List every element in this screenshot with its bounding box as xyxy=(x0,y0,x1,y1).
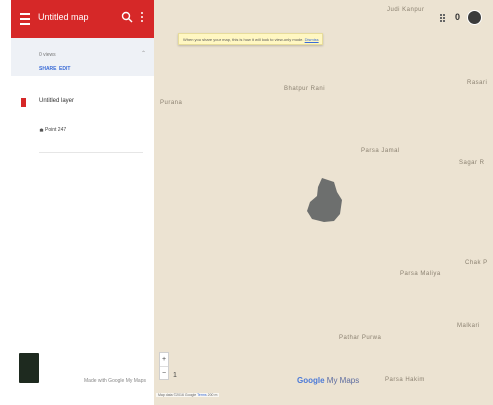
map-label: Parsa Hakim xyxy=(385,377,425,383)
google-my-maps-logo: Google My Maps xyxy=(297,376,359,385)
place-name: Point 247 xyxy=(45,127,67,133)
map-label: Sagar R xyxy=(459,160,485,166)
zoom-out-button[interactable]: − xyxy=(160,366,168,380)
map-label: Malkari xyxy=(457,323,480,329)
menu-icon[interactable] xyxy=(20,13,30,25)
map-label: Chak P xyxy=(465,260,488,266)
map-label: Parsa Jamal xyxy=(361,148,400,154)
zoom-level: 1 xyxy=(173,372,177,379)
notifications-count[interactable]: 0 xyxy=(455,12,460,22)
google-logo-text: Google xyxy=(297,376,325,385)
map-canvas[interactable]: When you share your map, this is how it … xyxy=(154,0,493,405)
layer-icon xyxy=(21,98,26,107)
map-thumbnail[interactable] xyxy=(19,353,39,383)
zoom-control: + − xyxy=(159,352,169,380)
collapse-icon[interactable]: ⌃ xyxy=(141,50,146,57)
dismiss-link[interactable]: Dismiss xyxy=(305,37,319,42)
scale-text: 200 m xyxy=(207,393,218,397)
my-maps-logo-text: My Maps xyxy=(324,376,360,385)
map-label: Pathar Purwa xyxy=(339,335,382,341)
app-bar: Untitled map xyxy=(11,0,154,38)
zoom-in-button[interactable]: + xyxy=(160,353,168,366)
share-button[interactable]: SHARE xyxy=(39,66,57,72)
map-label: Purana xyxy=(160,100,183,106)
map-sidebar: Untitled map 0 views SHARE EDIT ⌃ Untitl… xyxy=(11,0,155,405)
map-info-section: 0 views SHARE EDIT ⌃ xyxy=(11,38,154,76)
map-label: Bhatpur Rani xyxy=(284,86,326,92)
divider xyxy=(39,152,143,153)
notice-text: When you share your map, this is how it … xyxy=(183,37,304,42)
view-mode-notice: When you share your map, this is how it … xyxy=(178,33,323,45)
polygon-icon xyxy=(39,128,44,132)
map-polygon[interactable] xyxy=(304,176,344,224)
views-count: 0 views xyxy=(39,52,56,58)
map-attribution: Map data ©2016 Google Terms 200 m xyxy=(156,393,220,397)
map-title[interactable]: Untitled map xyxy=(38,12,89,22)
more-options-icon[interactable] xyxy=(138,12,146,26)
map-label: Judi Kanpur xyxy=(387,7,425,13)
avatar[interactable] xyxy=(467,10,482,25)
list-item[interactable]: Point 247 xyxy=(11,124,154,136)
map-label: Rasari xyxy=(467,80,488,86)
search-icon[interactable] xyxy=(121,11,133,23)
made-with-text: Made with Google My Maps xyxy=(84,378,146,384)
apps-grid-icon[interactable] xyxy=(440,14,448,22)
layer-row[interactable]: Untitled layer xyxy=(11,92,154,107)
edit-button[interactable]: EDIT xyxy=(59,66,70,72)
layer-title[interactable]: Untitled layer xyxy=(39,98,74,104)
attribution-text: Map data ©2016 Google xyxy=(158,393,197,397)
map-label: Parsa Maliya xyxy=(400,271,441,277)
terms-link[interactable]: Terms xyxy=(197,393,207,397)
